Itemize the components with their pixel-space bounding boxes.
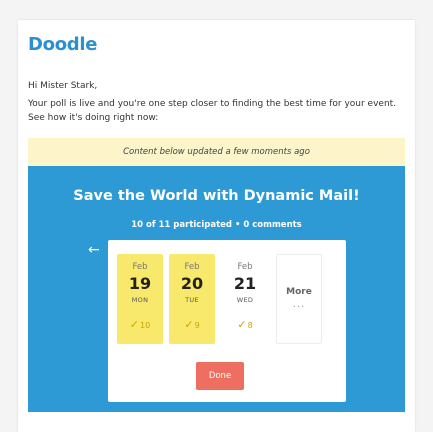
date-options-panel: Feb 19 MON ✓10 Feb 20 TUE ✓9 Feb 21 WED …	[108, 240, 346, 402]
update-notice: Content below updated a few moments ago	[28, 138, 405, 166]
check-icon: ✓	[184, 318, 194, 331]
option-votes: ✓10	[117, 318, 163, 331]
intro-text: Your poll is live and you're one step cl…	[28, 99, 397, 123]
done-button[interactable]: Done	[196, 362, 244, 390]
option-weekday: TUE	[185, 296, 199, 304]
date-option-feb-20[interactable]: Feb 20 TUE ✓9	[169, 254, 215, 344]
email-card: Doodle Hi Mister Stark, Your poll is liv…	[18, 20, 415, 432]
more-options-button[interactable]: More ...	[276, 254, 322, 344]
date-option-feb-19[interactable]: Feb 19 MON ✓10	[117, 254, 163, 344]
option-day: 20	[180, 274, 204, 293]
more-label: More	[286, 287, 312, 297]
check-icon: ✓	[129, 318, 140, 331]
arrow-left-icon[interactable]: ←	[88, 242, 100, 258]
option-month: Feb	[184, 262, 200, 272]
card-footer	[28, 412, 405, 432]
option-votes: ✓8	[222, 318, 268, 331]
option-day: 21	[233, 274, 257, 293]
option-votes: ✓9	[169, 318, 215, 331]
poll-widget: Save the World with Dynamic Mail! 10 of …	[28, 166, 405, 412]
date-option-feb-21[interactable]: Feb 21 WED ✓8	[222, 254, 268, 344]
option-month: Feb	[132, 262, 148, 272]
poll-title: Save the World with Dynamic Mail!	[73, 188, 360, 204]
vote-count: 8	[247, 321, 253, 330]
option-day: 19	[128, 274, 152, 293]
option-weekday: WED	[236, 296, 254, 304]
check-icon: ✓	[237, 318, 247, 331]
doodle-logo[interactable]: Doodle	[28, 34, 97, 55]
poll-participation: 10 of 11 participated • 0 comments	[131, 220, 302, 230]
vote-count: 9	[194, 321, 200, 330]
option-month: Feb	[237, 262, 253, 272]
vote-count: 10	[140, 321, 151, 330]
option-weekday: MON	[131, 296, 149, 304]
greeting-text: Hi Mister Stark,	[28, 81, 98, 91]
ellipsis-icon: ...	[292, 299, 306, 310]
